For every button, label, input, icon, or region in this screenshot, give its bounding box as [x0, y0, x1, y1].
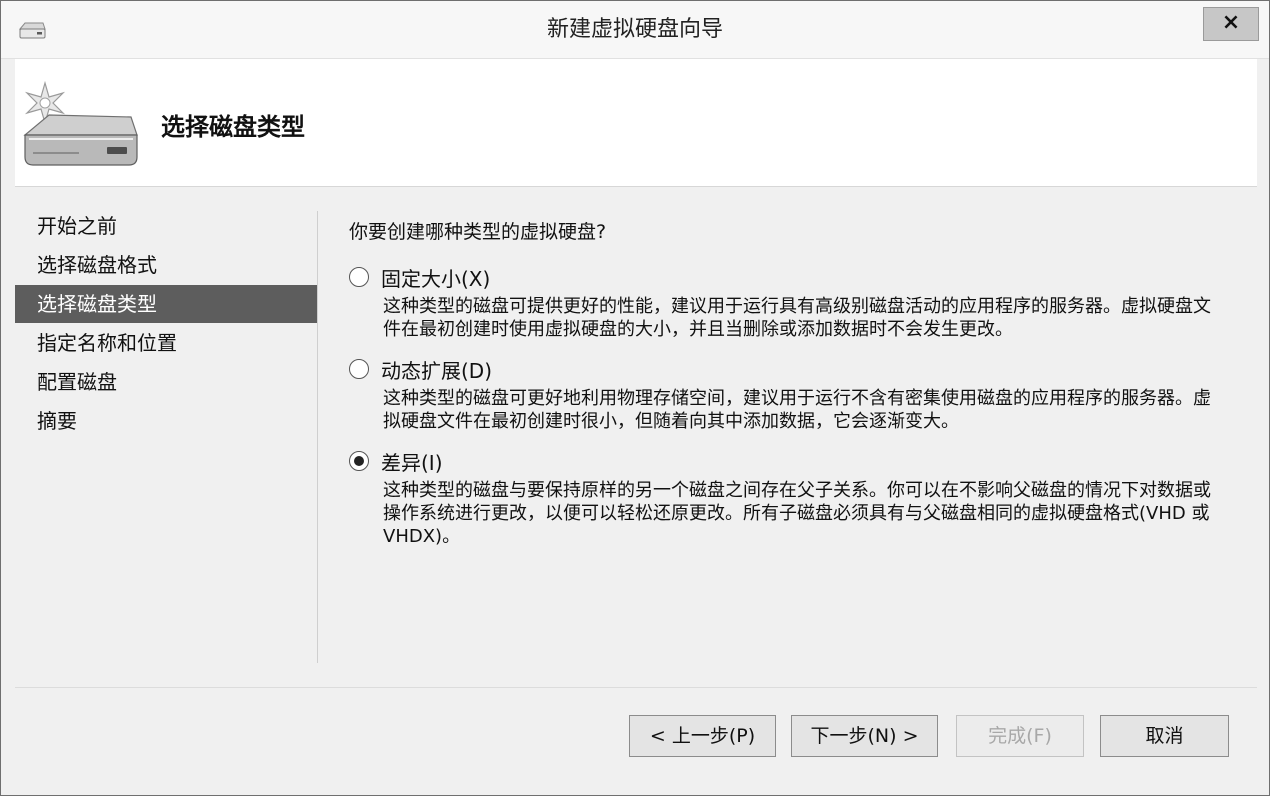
dynamic-label[interactable]: 动态扩展(D) [381, 355, 492, 384]
main-content: 你要创建哪种类型的虚拟硬盘? 固定大小(X) 这种类型的磁盘可提供更好的性能，建… [349, 215, 1219, 548]
wizard-steps-nav: 开始之前 选择磁盘格式 选择磁盘类型 指定名称和位置 配置磁盘 摘要 [15, 207, 317, 441]
new-virtual-disk-icon [23, 80, 138, 166]
fixed-size-radio[interactable] [349, 267, 369, 287]
dynamic-description: 这种类型的磁盘可更好地利用物理存储空间，建议用于运行不含有密集使用磁盘的应用程序… [383, 388, 1211, 432]
differencing-description: 这种类型的磁盘与要保持原样的另一个磁盘之间存在父子关系。你可以在不影响父磁盘的情… [383, 480, 1211, 547]
option-fixed-size: 固定大小(X) 这种类型的磁盘可提供更好的性能，建议用于运行具有高级别磁盘活动的… [349, 261, 1219, 341]
cancel-button[interactable]: 取消 [1100, 715, 1229, 757]
next-button[interactable]: 下一步(N) > [791, 715, 938, 757]
nav-divider [317, 211, 318, 663]
wizard-window: 新建虚拟硬盘向导 × 选择磁盘类型 开始之前 选择磁盘格式 选择磁盘类型 指定名… [0, 0, 1270, 796]
title-bar[interactable]: 新建虚拟硬盘向导 × [1, 1, 1269, 59]
differencing-radio[interactable] [349, 451, 369, 471]
page-title: 选择磁盘类型 [161, 113, 305, 141]
differencing-label[interactable]: 差异(I) [381, 447, 443, 476]
differencing-radio-row[interactable]: 差异(I) [349, 445, 1219, 477]
window-title: 新建虚拟硬盘向导 [546, 17, 723, 42]
disk-type-question: 你要创建哪种类型的虚拟硬盘? [349, 221, 607, 243]
wizard-header: 选择磁盘类型 [15, 59, 1257, 187]
close-button[interactable]: × [1203, 7, 1259, 41]
footer-divider [15, 687, 1257, 688]
fixed-size-radio-row[interactable]: 固定大小(X) [349, 261, 1219, 293]
option-dynamic: 动态扩展(D) 这种类型的磁盘可更好地利用物理存储空间，建议用于运行不含有密集使… [349, 353, 1219, 433]
fixed-size-label[interactable]: 固定大小(X) [381, 263, 490, 292]
option-differencing: 差异(I) 这种类型的磁盘与要保持原样的另一个磁盘之间存在父子关系。你可以在不影… [349, 445, 1219, 548]
nav-item-name-location[interactable]: 指定名称和位置 [15, 324, 317, 362]
dynamic-radio[interactable] [349, 359, 369, 379]
previous-button[interactable]: < 上一步(P) [629, 715, 776, 757]
nav-item-choose-type[interactable]: 选择磁盘类型 [15, 285, 317, 323]
nav-item-before-you-begin[interactable]: 开始之前 [15, 207, 317, 245]
fixed-size-description: 这种类型的磁盘可提供更好的性能，建议用于运行具有高级别磁盘活动的应用程序的服务器… [383, 296, 1211, 340]
nav-item-choose-format[interactable]: 选择磁盘格式 [15, 246, 317, 284]
nav-item-summary[interactable]: 摘要 [15, 402, 317, 440]
nav-item-configure-disk[interactable]: 配置磁盘 [15, 363, 317, 401]
finish-button[interactable]: 完成(F) [956, 715, 1084, 757]
dynamic-radio-row[interactable]: 动态扩展(D) [349, 353, 1219, 385]
